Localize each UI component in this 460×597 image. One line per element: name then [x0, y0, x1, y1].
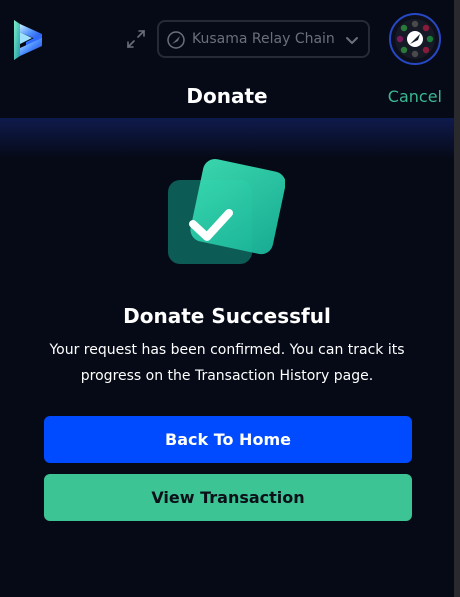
- network-label: Kusama Relay Chain: [192, 31, 335, 47]
- result-description: Your request has been confirmed. You can…: [49, 342, 405, 384]
- kusama-network-icon: [167, 31, 185, 49]
- app-window: Kusama Relay Chain Donate Cancel Donate …: [0, 0, 460, 597]
- header-glow: [0, 118, 454, 158]
- window-edge: [454, 0, 460, 597]
- back-to-home-button[interactable]: Back To Home: [44, 416, 412, 463]
- account-avatar-icon[interactable]: [389, 13, 441, 65]
- page-title: Donate: [186, 84, 268, 108]
- cancel-button[interactable]: Cancel: [388, 87, 442, 106]
- app-logo: [12, 18, 44, 62]
- success-check-icon: [165, 157, 286, 272]
- chevron-down-icon: [344, 32, 360, 48]
- view-transaction-button[interactable]: View Transaction: [44, 474, 412, 521]
- result-title: Donate Successful: [123, 304, 331, 328]
- expand-icon[interactable]: [126, 29, 146, 49]
- network-selector[interactable]: Kusama Relay Chain: [157, 20, 370, 58]
- top-header: Kusama Relay Chain: [0, 0, 454, 80]
